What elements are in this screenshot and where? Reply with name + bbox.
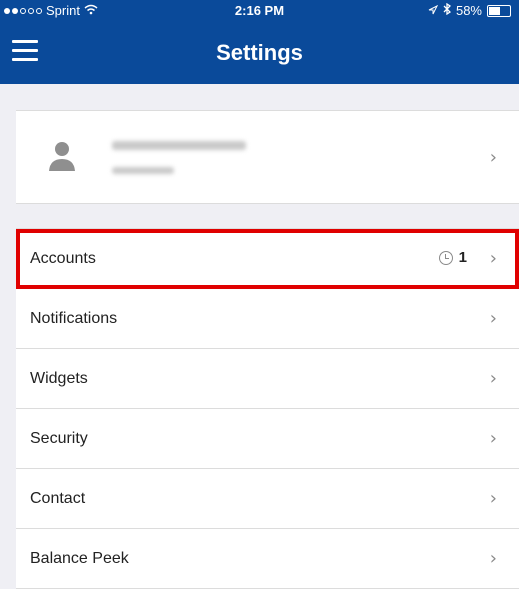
- settings-item-balance-peek[interactable]: Balance Peek ›: [16, 529, 519, 589]
- avatar-icon: [46, 139, 78, 173]
- status-right-group: 58%: [428, 2, 511, 18]
- chevron-right-icon: ›: [489, 428, 497, 449]
- chevron-right-icon: ›: [489, 368, 497, 389]
- battery-icon: [487, 4, 511, 17]
- settings-item-label: Contact: [30, 489, 86, 507]
- profile-card[interactable]: ›: [16, 110, 519, 204]
- settings-item-label: Security: [30, 429, 88, 447]
- settings-item-security[interactable]: Security ›: [16, 409, 519, 469]
- chevron-right-icon: ›: [489, 548, 497, 569]
- settings-list: Accounts 1 › Notifications › Widgets › S…: [16, 228, 519, 589]
- status-bar: Sprint 2:16 PM 58%: [0, 0, 519, 22]
- page-title: Settings: [216, 40, 303, 65]
- clock-icon: [438, 250, 453, 265]
- battery-percent: 58%: [455, 3, 482, 18]
- settings-item-widgets[interactable]: Widgets ›: [16, 349, 519, 409]
- settings-item-accounts[interactable]: Accounts 1 ›: [16, 229, 519, 289]
- pending-count: 1: [458, 249, 467, 266]
- nav-bar: Settings: [0, 22, 519, 84]
- settings-item-label: Widgets: [30, 369, 88, 387]
- chevron-right-icon: ›: [489, 248, 497, 269]
- pending-badge: 1: [438, 249, 467, 266]
- chevron-right-icon: ›: [489, 308, 497, 329]
- settings-item-notifications[interactable]: Notifications ›: [16, 289, 519, 349]
- chevron-right-icon: ›: [489, 147, 497, 168]
- settings-item-label: Notifications: [30, 309, 118, 327]
- settings-item-label: Accounts: [30, 249, 96, 267]
- redacted-detail: [112, 167, 174, 174]
- redacted-name: [112, 141, 246, 150]
- bluetooth-icon: [443, 2, 451, 18]
- settings-item-label: Balance Peek: [30, 549, 129, 567]
- chevron-right-icon: ›: [489, 488, 497, 509]
- location-icon: [428, 3, 439, 18]
- settings-item-contact[interactable]: Contact ›: [16, 469, 519, 529]
